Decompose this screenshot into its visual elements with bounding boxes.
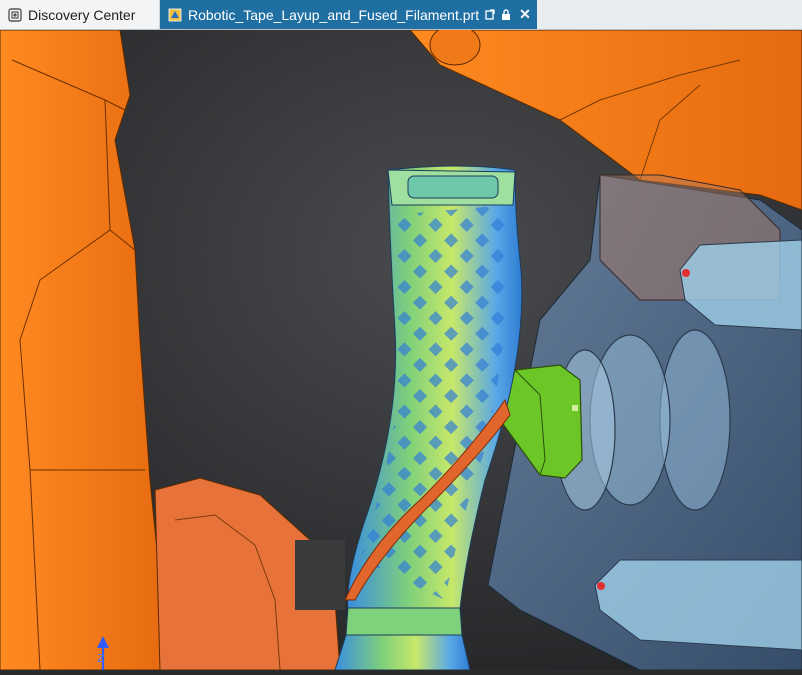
part-file-icon	[168, 8, 182, 22]
graphics-viewport[interactable]: Z	[0, 24, 802, 671]
tab-label: Discovery Center	[28, 6, 136, 23]
document-tab-bar: Discovery Center Robotic_Tape_Layup_and_…	[0, 0, 802, 30]
close-icon[interactable]: ✕	[519, 6, 531, 23]
detach-icon[interactable]	[485, 8, 495, 21]
discovery-center-icon	[8, 7, 22, 22]
tab-label: Robotic_Tape_Layup_and_Fused_Filament.pr…	[188, 6, 480, 23]
axis-z-label: Z	[97, 652, 105, 665]
model-scene	[0, 24, 802, 671]
tab-robotic-tape-layup[interactable]: Robotic_Tape_Layup_and_Fused_Filament.pr…	[160, 0, 537, 29]
tab-discovery-center[interactable]: Discovery Center	[0, 0, 160, 29]
lock-icon	[501, 8, 511, 21]
